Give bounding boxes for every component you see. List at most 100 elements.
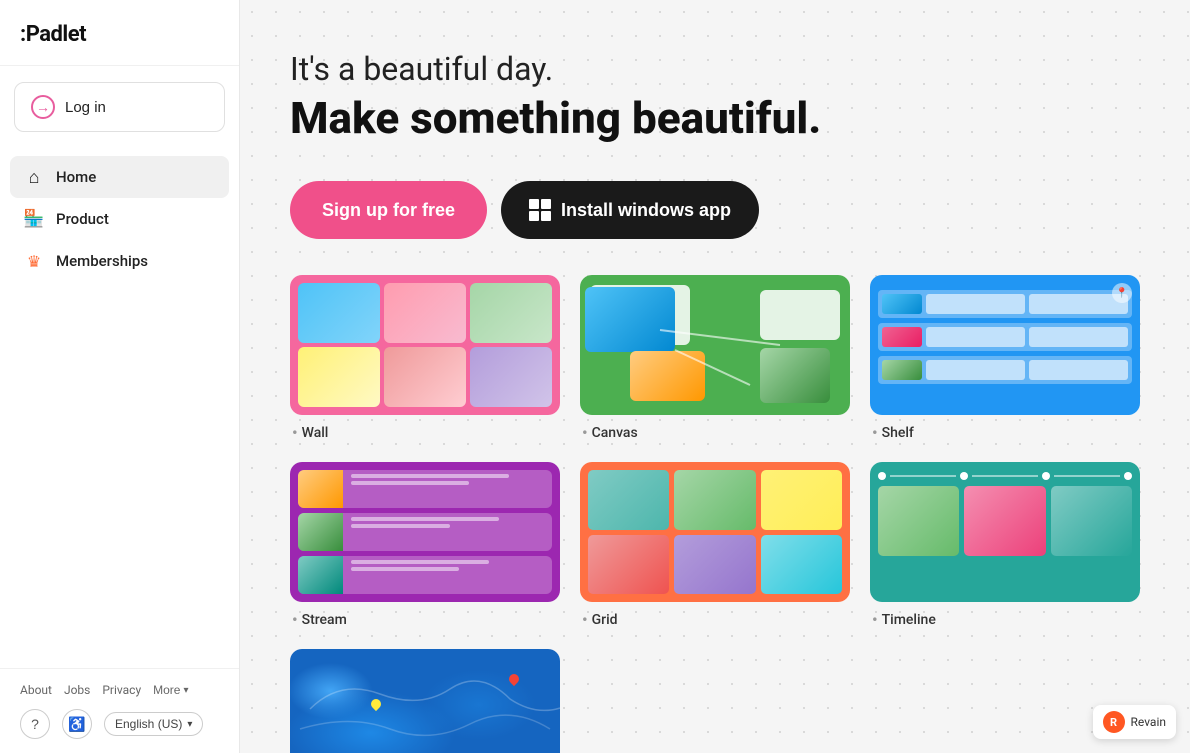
timeline-label: Timeline (870, 610, 1140, 629)
shelf-card-image (882, 294, 922, 314)
grid-cell (761, 470, 842, 530)
timeline-dot (1042, 472, 1050, 480)
crown-icon: ♛ (24, 251, 44, 271)
sidebar-footer: About Jobs Privacy More ▾ ? ♿ English (U… (0, 668, 239, 753)
shelf-card (1029, 327, 1128, 347)
timeline-preview (870, 462, 1140, 602)
layout-card-canvas[interactable]: Canvas (580, 275, 850, 442)
layout-card-timeline[interactable]: Timeline (870, 462, 1140, 629)
map-preview (290, 649, 560, 753)
about-link[interactable]: About (20, 683, 52, 697)
stream-text-line (351, 567, 459, 571)
hero-subtitle: It's a beautiful day. (290, 50, 1140, 88)
wall-preview (290, 275, 560, 415)
grid-cell (588, 470, 669, 530)
accessibility-button[interactable]: ♿ (62, 709, 92, 739)
shelf-preview: 📍 (870, 275, 1140, 415)
signup-button[interactable]: Sign up for free (290, 181, 487, 239)
person-icon: ♿ (68, 716, 85, 733)
shelf-row (878, 323, 1132, 351)
store-icon: 🏪 (24, 209, 44, 229)
more-button[interactable]: More ▾ (153, 683, 188, 697)
stream-text-line (351, 474, 509, 478)
timeline-dot (1124, 472, 1132, 480)
revain-icon: R (1103, 711, 1125, 733)
timeline-cards (878, 486, 1132, 556)
more-label: More (153, 683, 180, 697)
footer-bottom: ? ♿ English (US) ▾ (20, 709, 219, 739)
question-icon: ? (31, 716, 39, 732)
jobs-link[interactable]: Jobs (64, 683, 90, 697)
sidebar-item-memberships[interactable]: ♛ Memberships (10, 240, 229, 282)
revain-label: Revain (1131, 715, 1166, 729)
install-button[interactable]: Install windows app (501, 181, 759, 239)
main-content: It's a beautiful day. Make something bea… (240, 0, 1190, 753)
layout-card-stream[interactable]: Stream (290, 462, 560, 629)
stream-text-area (347, 556, 552, 594)
shelf-card (926, 294, 1025, 314)
stream-preview (290, 462, 560, 602)
timeline-dot (878, 472, 886, 480)
hero-section: It's a beautiful day. Make something bea… (290, 50, 1140, 145)
layout-card-map[interactable]: Map (290, 649, 560, 753)
revain-badge[interactable]: R Revain (1093, 705, 1176, 739)
timeline-line (890, 475, 956, 477)
wall-tile (384, 347, 466, 407)
stream-text-line (351, 560, 489, 564)
stream-text-line (351, 517, 499, 521)
timeline-line (1054, 475, 1120, 477)
sidebar-item-product[interactable]: 🏪 Product (10, 198, 229, 240)
shelf-row (878, 356, 1132, 384)
stream-text-area (347, 513, 552, 551)
wall-tile (470, 283, 552, 343)
nav-items: Home 🏪 Product ♛ Memberships (0, 148, 239, 668)
grid-cell (588, 535, 669, 595)
stream-card-image (298, 513, 343, 551)
language-button[interactable]: English (US) ▾ (104, 712, 203, 736)
stream-card-image (298, 556, 343, 594)
chevron-down-icon: ▾ (183, 685, 188, 696)
shelf-card (926, 327, 1025, 347)
shelf-row (878, 290, 1132, 318)
timeline-card (878, 486, 959, 556)
timeline-dot (960, 472, 968, 480)
hero-title: Make something beautiful. (290, 92, 1140, 145)
cta-buttons: Sign up for free Install windows app (290, 181, 1140, 239)
shelf-card-image (882, 360, 922, 380)
sidebar-item-home[interactable]: Home (10, 156, 229, 198)
shelf-card (926, 360, 1025, 380)
grid-cell (674, 535, 755, 595)
logo-area: :Padlet (0, 0, 239, 66)
wall-tile (298, 283, 380, 343)
timeline-track (878, 472, 1132, 480)
sidebar-label-memberships: Memberships (56, 252, 148, 270)
stream-card-image (298, 470, 343, 508)
canvas-preview (580, 275, 850, 415)
login-button[interactable]: → Log in (14, 82, 225, 132)
layout-card-wall[interactable]: Wall (290, 275, 560, 442)
privacy-link[interactable]: Privacy (102, 683, 141, 697)
map-svg (290, 649, 560, 753)
stream-text-line (351, 481, 469, 485)
layout-card-shelf[interactable]: 📍 Shelf (870, 275, 1140, 442)
layout-card-grid[interactable]: Grid (580, 462, 850, 629)
stream-card (298, 513, 552, 551)
install-label: Install windows app (561, 200, 731, 221)
stream-card (298, 556, 552, 594)
app-logo: :Padlet (20, 22, 86, 47)
windows-icon (529, 199, 551, 221)
canvas-label: Canvas (580, 423, 850, 442)
grid-cell (761, 535, 842, 595)
layouts-grid: Wall Canvas (290, 275, 1140, 753)
language-label: English (US) (115, 717, 182, 731)
wall-tile (384, 283, 466, 343)
stream-card (298, 470, 552, 508)
login-icon: → (31, 95, 55, 119)
sidebar: :Padlet → Log in Home 🏪 Product ♛ Member… (0, 0, 240, 753)
chevron-down-icon: ▾ (187, 719, 192, 730)
help-button[interactable]: ? (20, 709, 50, 739)
shelf-label: Shelf (870, 423, 1140, 442)
footer-links: About Jobs Privacy More ▾ (20, 683, 219, 697)
canvas-connector (580, 275, 850, 415)
house-icon (24, 167, 44, 187)
